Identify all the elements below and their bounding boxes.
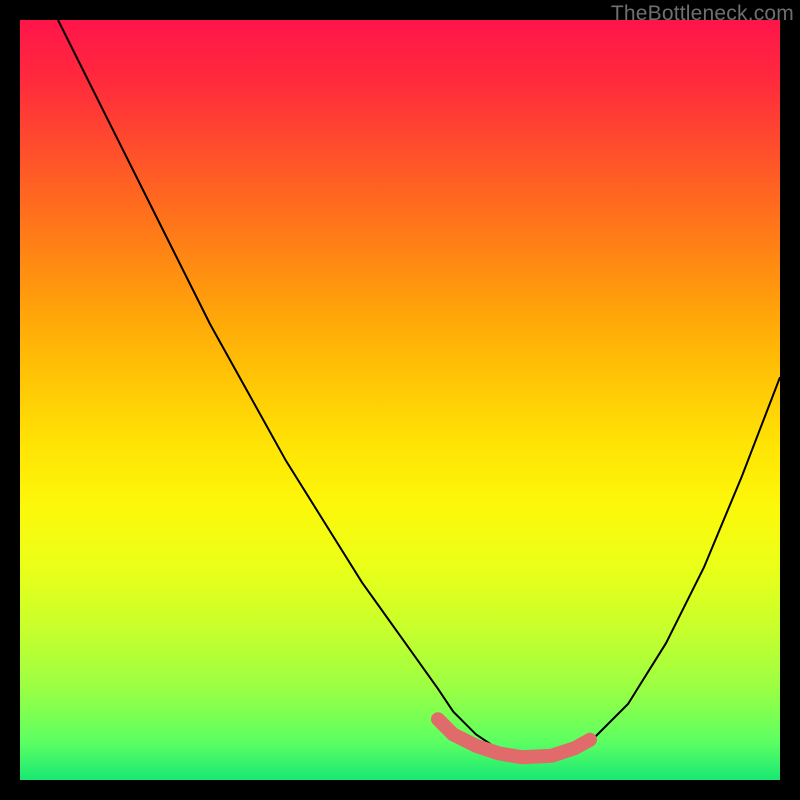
- plot-svg: [20, 20, 780, 780]
- sweet-spot-highlight: [438, 719, 590, 757]
- watermark-text: TheBottleneck.com: [611, 2, 794, 26]
- plot-background: [20, 20, 780, 780]
- bottleneck-curve: [58, 20, 780, 757]
- chart-frame: TheBottleneck.com: [0, 0, 800, 800]
